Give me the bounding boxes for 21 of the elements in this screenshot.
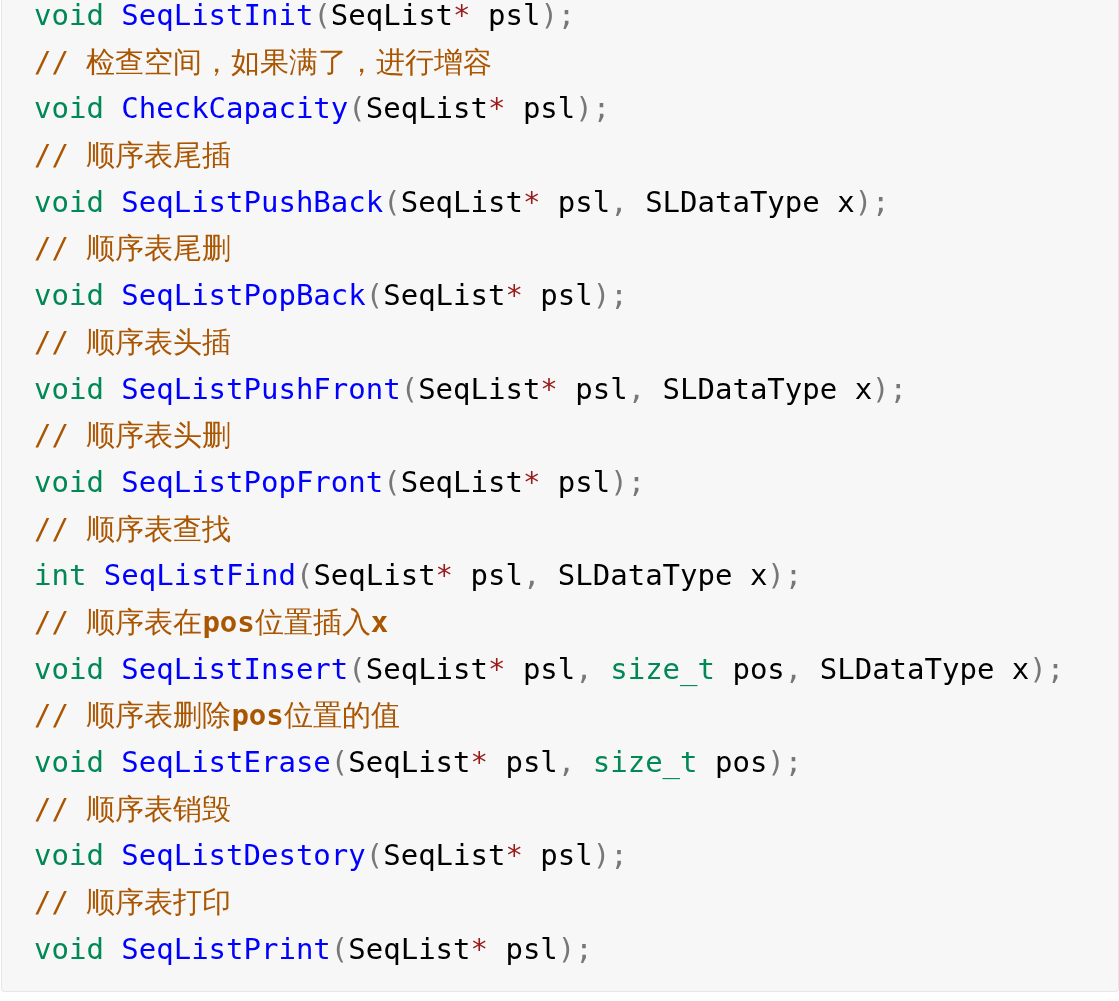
code-comment: // 顺序表查找 — [34, 510, 232, 548]
code-line: void SeqListPushFront(SeqList* psl, SLDataType x); — [34, 370, 908, 408]
code-line: void SeqListErase(SeqList* psl, size_t pos); — [34, 744, 803, 781]
code-comment: // 顺序表尾插 — [34, 137, 232, 175]
code-line: void SeqListDestory(SeqList* psl); — [34, 837, 628, 875]
code-line: void SeqListInit(SeqList* psl); — [34, 0, 576, 34]
code-comment: // 顺序表尾删 — [34, 230, 232, 268]
code-line: void CheckCapacity(SeqList* psl); — [34, 90, 611, 128]
code-comment: // 顺序表销毁 — [34, 790, 232, 828]
code-line: int SeqListFind(SeqList* psl, SLDataType x); — [34, 557, 803, 595]
code-comment: // 顺序表头插 — [34, 323, 232, 361]
code-comment: // 检查空间，如果满了，进行增容 — [34, 43, 493, 81]
code-line: void SeqListPopBack(SeqList* psl); — [34, 277, 628, 315]
code-comment: // 顺序表打印 — [34, 884, 232, 922]
code-line: void SeqListPushBack(SeqList* psl, SLDataType x); — [34, 183, 890, 221]
code-line: void SeqListPrint(SeqList* psl); — [34, 930, 593, 968]
code-comment: // 顺序表在pos位置插入x — [34, 603, 389, 641]
code-comment: // 顺序表头删 — [34, 417, 232, 455]
code-line: void SeqListPopFront(SeqList* psl); — [34, 463, 646, 501]
code-line: void SeqListInsert(SeqList* psl, size_t pos, SLDataType x); — [34, 650, 1065, 688]
code-comment: // 顺序表删除pos位置的值 — [34, 697, 400, 735]
